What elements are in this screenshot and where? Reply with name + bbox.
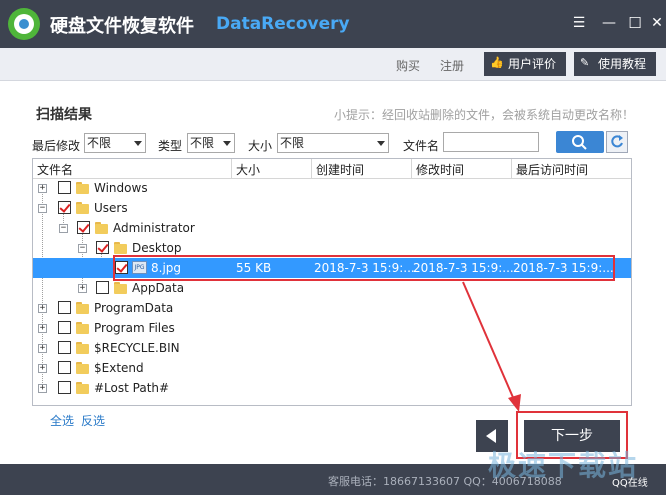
watermark-small: QQ在线 — [612, 478, 648, 489]
